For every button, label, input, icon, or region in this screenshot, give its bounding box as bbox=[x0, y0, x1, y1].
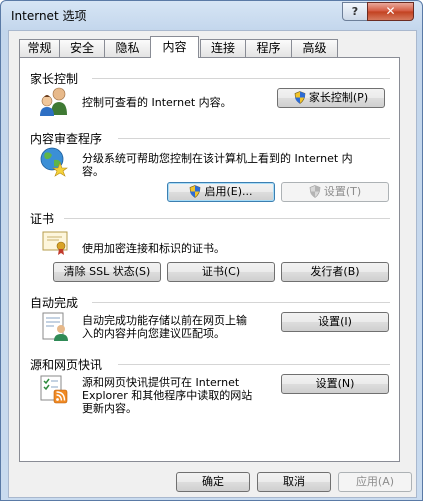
tab-general[interactable]: 常规 bbox=[19, 39, 60, 57]
feeds-description-line2: Explorer 和其他程序中读取的网站 bbox=[82, 389, 253, 402]
ok-button[interactable]: 确定 bbox=[176, 472, 250, 492]
content-advisor-description-line1: 分级系统可帮助您控制在该计算机上看到的 Internet 内 bbox=[82, 152, 353, 165]
cancel-button[interactable]: 取消 bbox=[257, 472, 331, 492]
content-advisor-globe-icon bbox=[40, 147, 68, 177]
internet-options-window: Internet 选项 ? ✕ 常规 安全 隐私 内容 连接 程序 高级 家长控… bbox=[0, 0, 423, 501]
tab-content[interactable]: 内容 bbox=[150, 36, 199, 58]
content-advisor-heading: 内容审查程序 bbox=[30, 132, 103, 146]
tab-advanced[interactable]: 高级 bbox=[291, 39, 338, 57]
section-divider bbox=[64, 218, 390, 219]
autocomplete-settings-button[interactable]: 设置(I) bbox=[281, 312, 389, 332]
parental-controls-button-label: 家长控制(P) bbox=[308, 91, 369, 104]
content-advisor-description-line2: 容。 bbox=[82, 165, 104, 178]
section-divider bbox=[92, 78, 390, 79]
dialog-client-area: 常规 安全 隐私 内容 连接 程序 高级 家长控制 控制可查看的 Interne… bbox=[8, 30, 417, 498]
section-divider bbox=[118, 138, 390, 139]
content-advisor-enable-label: 启用(E)... bbox=[204, 185, 253, 198]
autocomplete-heading: 自动完成 bbox=[30, 296, 79, 310]
window-title: Internet 选项 bbox=[11, 9, 87, 23]
clear-ssl-state-button[interactable]: 清除 SSL 状态(S) bbox=[53, 262, 161, 282]
uac-shield-icon bbox=[190, 185, 201, 198]
section-divider bbox=[92, 302, 390, 303]
autocomplete-description-line2: 入的内容并向您建议匹配项。 bbox=[82, 327, 225, 340]
content-tab-panel: 家长控制 控制可查看的 Internet 内容。 家长控制(P) 内容审查程序 … bbox=[19, 57, 400, 462]
parental-controls-button[interactable]: 家长控制(P) bbox=[277, 88, 385, 108]
tab-privacy[interactable]: 隐私 bbox=[104, 39, 151, 57]
publishers-button[interactable]: 发行者(B) bbox=[281, 262, 389, 282]
content-advisor-settings-label: 设置(T) bbox=[323, 185, 362, 198]
tab-programs[interactable]: 程序 bbox=[245, 39, 292, 57]
feeds-description-line3: 更新内容。 bbox=[82, 402, 137, 415]
certificate-icon bbox=[42, 231, 68, 255]
parental-controls-description: 控制可查看的 Internet 内容。 bbox=[82, 96, 232, 109]
autocomplete-icon bbox=[42, 312, 68, 341]
feeds-icon bbox=[40, 375, 68, 404]
tab-security[interactable]: 安全 bbox=[59, 39, 105, 57]
content-advisor-settings-button[interactable]: 设置(T) bbox=[281, 182, 389, 202]
section-divider bbox=[118, 364, 390, 365]
parental-controls-icon bbox=[40, 87, 67, 116]
certificates-description: 使用加密连接和标识的证书。 bbox=[82, 242, 225, 255]
certificates-heading: 证书 bbox=[30, 212, 55, 226]
uac-shield-icon bbox=[294, 91, 306, 104]
certificates-button[interactable]: 证书(C) bbox=[167, 262, 275, 282]
feeds-description-line1: 源和网页快讯提供可在 Internet bbox=[82, 376, 240, 389]
autocomplete-description-line1: 自动完成功能存储以前在网页上输 bbox=[82, 314, 247, 327]
title-bar[interactable]: Internet 选项 ? ✕ bbox=[1, 1, 422, 29]
help-button[interactable]: ? bbox=[342, 2, 368, 21]
close-button[interactable]: ✕ bbox=[367, 2, 414, 21]
uac-shield-icon bbox=[309, 185, 321, 198]
feeds-heading: 源和网页快讯 bbox=[30, 358, 103, 372]
apply-button[interactable]: 应用(A) bbox=[338, 472, 412, 492]
feeds-settings-button[interactable]: 设置(N) bbox=[281, 374, 389, 394]
tab-connections[interactable]: 连接 bbox=[200, 39, 246, 57]
content-advisor-enable-button[interactable]: 启用(E)... bbox=[167, 182, 275, 202]
